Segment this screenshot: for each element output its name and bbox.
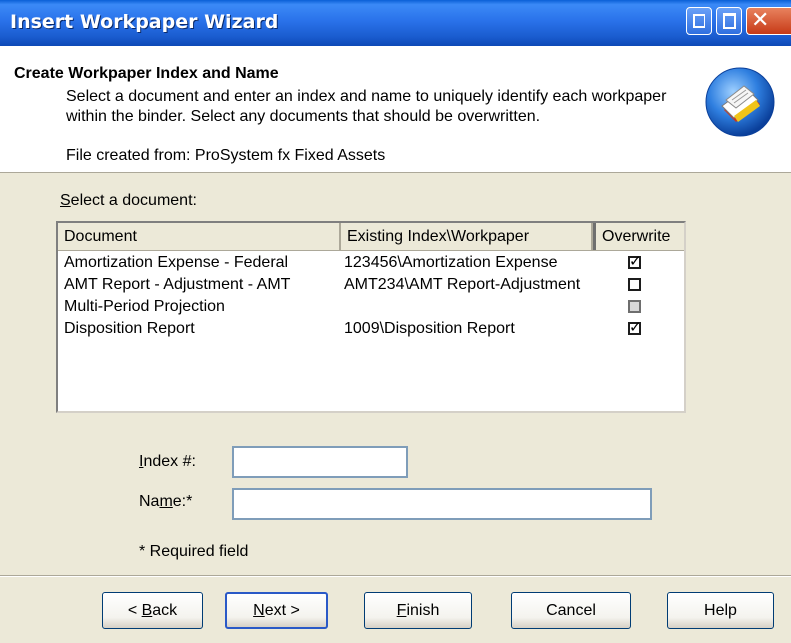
list-row[interactable]: Amortization Expense - Federal 123456\Am… [58, 252, 684, 274]
cancel-button[interactable]: Cancel [511, 592, 631, 629]
overwrite-checkbox-disabled [628, 300, 641, 313]
row-existing: AMT234\AMT Report-Adjustment [344, 276, 581, 293]
row-document: AMT Report - Adjustment - AMT [64, 276, 291, 293]
help-button[interactable]: Help [667, 592, 774, 629]
finish-button[interactable]: Finish [364, 592, 472, 629]
select-document-label: Select a document: [60, 192, 197, 209]
checkmark-icon: ✓ [629, 319, 642, 336]
minimize-icon [693, 14, 705, 28]
name-label: Name:* [139, 493, 193, 510]
close-button[interactable]: ✕ [746, 7, 791, 35]
overwrite-checkbox[interactable]: ✓ [628, 319, 642, 336]
row-existing: 1009\Disposition Report [344, 320, 515, 337]
minimize-button[interactable] [686, 7, 712, 35]
page-description: Select a document and enter an index and… [66, 88, 667, 125]
footer-divider [0, 575, 791, 577]
overwrite-checkbox[interactable] [628, 278, 641, 291]
window-title: Insert Workpaper Wizard [10, 11, 279, 33]
close-icon: ✕ [751, 8, 770, 33]
document-list[interactable]: Document Existing Index\Workpaper Overwr… [56, 221, 686, 413]
list-header: Document Existing Index\Workpaper Overwr… [58, 223, 684, 251]
next-button[interactable]: Next > [225, 592, 328, 629]
row-document: Multi-Period Projection [64, 298, 225, 315]
name-input[interactable] [232, 488, 652, 520]
index-input[interactable] [232, 446, 408, 478]
overwrite-checkbox[interactable]: ✓ [628, 253, 642, 270]
required-field-note: * Required field [139, 543, 249, 560]
list-row[interactable]: Disposition Report 1009\Disposition Repo… [58, 318, 684, 340]
wizard-header: Create Workpaper Index and Name Select a… [0, 46, 791, 173]
list-row[interactable]: Multi-Period Projection [58, 296, 684, 318]
documents-wizard-icon [705, 67, 775, 137]
column-header-existing[interactable]: Existing Index\Workpaper [341, 223, 593, 250]
maximize-icon [723, 13, 736, 29]
row-document: Disposition Report [64, 320, 195, 337]
column-header-overwrite[interactable]: Overwrite [593, 223, 688, 250]
index-label: Index #: [139, 453, 196, 470]
row-existing: 123456\Amortization Expense [344, 254, 558, 271]
wizard-window: Insert Workpaper Wizard ✕ Create Workpap… [0, 0, 791, 643]
page-title: Create Workpaper Index and Name [14, 65, 279, 82]
maximize-button[interactable] [716, 7, 742, 35]
back-button[interactable]: < Back [102, 592, 203, 629]
checkmark-icon: ✓ [629, 253, 642, 270]
title-bar[interactable]: Insert Workpaper Wizard ✕ [0, 0, 791, 46]
source-info: File created from: ProSystem fx Fixed As… [66, 147, 386, 164]
row-document: Amortization Expense - Federal [64, 254, 289, 271]
column-header-document[interactable]: Document [58, 223, 341, 250]
list-row[interactable]: AMT Report - Adjustment - AMT AMT234\AMT… [58, 274, 684, 296]
